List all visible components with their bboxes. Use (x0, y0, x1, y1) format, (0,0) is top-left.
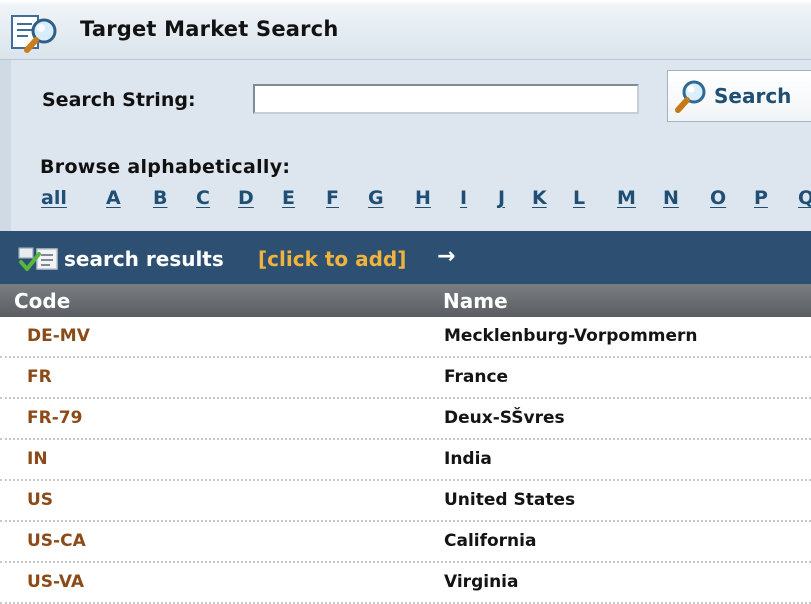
table-row[interactable]: IN India (0, 440, 811, 481)
letter-link-m[interactable]: M (617, 187, 636, 209)
title-bar: Target Market Search (0, 0, 811, 60)
letter-link-n[interactable]: N (663, 187, 679, 209)
column-header-code[interactable]: Code (14, 289, 70, 313)
row-name: Deux-SŠvres (444, 408, 565, 428)
magnifier-icon (675, 80, 706, 113)
letter-link-d[interactable]: D (238, 187, 254, 209)
click-to-add-link[interactable]: [click to add] (258, 247, 406, 271)
row-name: India (444, 449, 492, 469)
row-code: FR (27, 367, 52, 387)
row-code: IN (27, 449, 48, 469)
letter-link-a[interactable]: A (106, 187, 121, 209)
right-arrow-icon: → (437, 244, 456, 269)
row-name: France (444, 367, 509, 387)
row-code: FR-79 (27, 408, 83, 428)
letter-link-q[interactable]: Q (798, 187, 811, 209)
row-code: US (27, 490, 54, 510)
letter-link-f[interactable]: F (326, 187, 339, 209)
results-table: DE-MV Mecklenburg-Vorpommern FR France F… (0, 317, 811, 604)
search-document-icon (11, 15, 57, 53)
letter-link-i[interactable]: I (460, 187, 467, 209)
letter-link-b[interactable]: B (153, 187, 167, 209)
letter-link-j[interactable]: J (498, 187, 505, 209)
letter-link-o[interactable]: O (710, 187, 726, 209)
table-row[interactable]: FR France (0, 358, 811, 399)
browse-label: Browse alphabetically: (40, 156, 291, 178)
row-name: Mecklenburg-Vorpommern (444, 326, 698, 346)
table-row[interactable]: US-CA California (0, 522, 811, 563)
letter-link-h[interactable]: H (415, 187, 431, 209)
search-input[interactable] (253, 84, 639, 114)
search-string-label: Search String: (42, 89, 196, 111)
letter-link-k[interactable]: K (532, 187, 547, 209)
row-code: US-CA (27, 531, 86, 551)
letter-link-e[interactable]: E (282, 187, 295, 209)
row-code: DE-MV (27, 326, 90, 346)
search-button[interactable]: Search (667, 70, 811, 122)
results-title: search results (64, 247, 224, 271)
letter-link-g[interactable]: G (368, 187, 384, 209)
letter-link-c[interactable]: C (196, 187, 210, 209)
checked-list-icon (18, 247, 58, 271)
row-name: Virginia (444, 572, 519, 592)
search-button-label: Search (714, 84, 792, 108)
letter-link-l[interactable]: L (573, 187, 585, 209)
row-name: California (444, 531, 537, 551)
table-header: Code Name (0, 284, 811, 317)
table-row[interactable]: US-VA Virginia (0, 563, 811, 604)
column-header-name[interactable]: Name (443, 289, 508, 313)
table-row[interactable]: DE-MV Mecklenburg-Vorpommern (0, 317, 811, 358)
row-name: United States (444, 490, 576, 510)
table-row[interactable]: US United States (0, 481, 811, 522)
page-title: Target Market Search (80, 17, 339, 41)
table-row[interactable]: FR-79 Deux-SŠvres (0, 399, 811, 440)
letter-link-p[interactable]: P (754, 187, 768, 209)
row-code: US-VA (27, 572, 85, 592)
letter-link-all[interactable]: all (41, 187, 67, 209)
results-header: search results [click to add] → (0, 231, 811, 284)
